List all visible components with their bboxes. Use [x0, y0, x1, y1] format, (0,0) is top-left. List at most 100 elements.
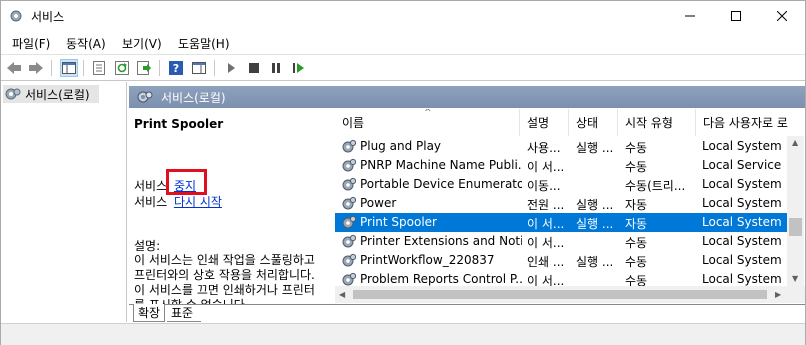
tab-standard[interactable]: 표준: [167, 304, 202, 322]
scroll-left-icon[interactable]: ◀: [339, 290, 345, 299]
tree-item-label: 서비스(로컬): [25, 87, 90, 102]
menu-file[interactable]: 파일(F): [12, 35, 50, 52]
scrollbar-corner: [787, 286, 805, 303]
toolbar-separator: [83, 60, 84, 76]
list-header: 이름 ^ 설명 상태 시작 유형 다음 사용자로 로: [335, 109, 805, 136]
forward-button[interactable]: [27, 59, 45, 77]
column-header-label: 시작 유형: [625, 116, 673, 130]
horizontal-scroll-thumb[interactable]: [353, 290, 767, 299]
service-desc-cell: 이 서...: [527, 236, 565, 250]
minimize-icon: [685, 15, 695, 17]
restart-service-line: 서비스 다시 시작: [134, 193, 222, 210]
service-row[interactable]: Print Spooler 이 서... 실행 ... 자동 Local System: [335, 213, 787, 232]
menu-bar: 파일(F) 동작(A) 보기(V) 도움말(H): [1, 32, 805, 53]
show-tree-button[interactable]: [60, 59, 78, 77]
service-status-cell: 실행 ...: [576, 255, 614, 269]
tree-item-services-local[interactable]: 서비스(로컬): [3, 85, 99, 103]
column-header-label: 다음 사용자로 로: [703, 116, 788, 130]
show-hide-action-pane-icon: [192, 62, 206, 74]
status-bar: [1, 323, 805, 345]
service-logon-cell: Local System: [702, 253, 782, 267]
service-start-cell: 자동: [625, 217, 648, 231]
stop-icon: [249, 63, 259, 73]
service-row[interactable]: Portable Device Enumerato... 이동... 수동(트리..…: [335, 175, 787, 194]
services-window: 서비스 파일(F) 동작(A) 보기(V) 도움말(H) ? 서비스(로컬) 서…: [0, 0, 806, 345]
toolbar-separator: [214, 60, 215, 76]
restart-icon: [293, 63, 304, 73]
forward-arrow-icon: [29, 62, 43, 74]
restart-service-button[interactable]: [290, 59, 308, 77]
service-name-label: Printer Extensions and Noti...: [360, 234, 522, 248]
back-button[interactable]: [5, 59, 23, 77]
start-icon: [228, 63, 235, 73]
menu-help[interactable]: 도움말(H): [178, 35, 230, 52]
service-gear-icon: [342, 177, 356, 191]
stop-service-button[interactable]: [245, 59, 263, 77]
close-button[interactable]: [759, 1, 805, 31]
minimize-button[interactable]: [667, 1, 713, 31]
pane-header-title: 서비스(로컬): [161, 90, 226, 105]
service-name-cell: PNRP Machine Name Publi...: [342, 158, 522, 172]
service-logon-cell: Local System: [702, 234, 782, 248]
column-header-label: 이름: [342, 116, 365, 130]
service-start-cell: 자동: [625, 198, 648, 212]
column-header-description[interactable]: 설명: [520, 109, 569, 136]
restart-service-link[interactable]: 다시 시작: [174, 195, 222, 209]
service-row[interactable]: PrintWorkflow_220837 인쇄 ... 실행 ... 수동 Local …: [335, 251, 787, 270]
column-header-name[interactable]: 이름 ^: [335, 109, 520, 136]
service-name-label: Print Spooler: [360, 215, 437, 229]
services-list: 이름 ^ 설명 상태 시작 유형 다음 사용자로 로 Plug and Play…: [335, 109, 805, 304]
vertical-scroll-thumb[interactable]: [789, 218, 802, 236]
column-header-log-on-as[interactable]: 다음 사용자로 로: [696, 109, 796, 136]
show-tree-icon: [62, 62, 76, 74]
maximize-button[interactable]: [713, 1, 759, 31]
column-header-startup-type[interactable]: 시작 유형: [618, 109, 696, 136]
services-gear-icon: [10, 10, 22, 22]
help-icon: ?: [169, 61, 183, 75]
scroll-right-icon[interactable]: ▶: [775, 290, 781, 299]
service-name-cell: Printer Extensions and Noti...: [342, 234, 522, 248]
svg-text:?: ?: [173, 62, 179, 75]
service-logon-cell: Local System: [702, 215, 782, 229]
service-start-cell: 수동(트리...: [625, 179, 686, 193]
service-gear-icon: [342, 272, 356, 286]
service-name-cell: Power: [342, 196, 522, 210]
scroll-down-icon[interactable]: ▼: [792, 274, 798, 283]
action-pane-button[interactable]: [190, 59, 208, 77]
tree-pane: 서비스(로컬): [1, 82, 127, 322]
selected-service-name: Print Spooler: [134, 117, 224, 131]
service-name-label: PNRP Machine Name Publi...: [360, 158, 522, 172]
help-button[interactable]: ?: [167, 59, 185, 77]
service-row[interactable]: Plug and Play 사용... 실행 ... 수동 Local System: [335, 137, 787, 156]
properties-icon: [93, 61, 105, 75]
column-header-label: 설명: [527, 116, 550, 130]
service-logon-cell: Local System: [702, 177, 782, 191]
service-start-cell: 수동: [625, 160, 648, 174]
export-list-button[interactable]: [135, 59, 153, 77]
service-row[interactable]: PNRP Machine Name Publi... 이 서... 수동 Local …: [335, 156, 787, 175]
service-logon-cell: Local System: [702, 272, 782, 286]
horizontal-scrollbar[interactable]: ◀ ▶: [335, 286, 787, 303]
scroll-up-icon[interactable]: ▲: [792, 138, 798, 147]
tab-extended[interactable]: 확장: [133, 304, 166, 322]
service-gear-icon: [342, 215, 356, 229]
vertical-scrollbar[interactable]: ▲ ▼: [787, 136, 804, 286]
pause-service-button[interactable]: [267, 59, 285, 77]
column-header-status[interactable]: 상태: [569, 109, 618, 136]
service-status-cell: 실행 ...: [576, 198, 614, 212]
service-start-cell: 수동: [625, 141, 648, 155]
service-row[interactable]: Power 전원 ... 실행 ... 자동 Local System: [335, 194, 787, 213]
start-service-button[interactable]: [222, 59, 240, 77]
refresh-button[interactable]: [113, 59, 131, 77]
service-gear-icon: [342, 253, 356, 267]
properties-button[interactable]: [90, 59, 108, 77]
service-row[interactable]: Printer Extensions and Noti... 이 서... 수동 Lo…: [335, 232, 787, 251]
service-desc-cell: 이 서...: [527, 217, 565, 231]
pane-header: 서비스(로컬): [129, 86, 805, 108]
service-gear-icon: [342, 234, 356, 248]
service-name-cell: Print Spooler: [342, 215, 522, 229]
menu-action[interactable]: 동작(A): [66, 35, 106, 52]
menu-view[interactable]: 보기(V): [122, 35, 162, 52]
back-arrow-icon: [7, 62, 21, 74]
toolbar-separator: [159, 60, 160, 76]
